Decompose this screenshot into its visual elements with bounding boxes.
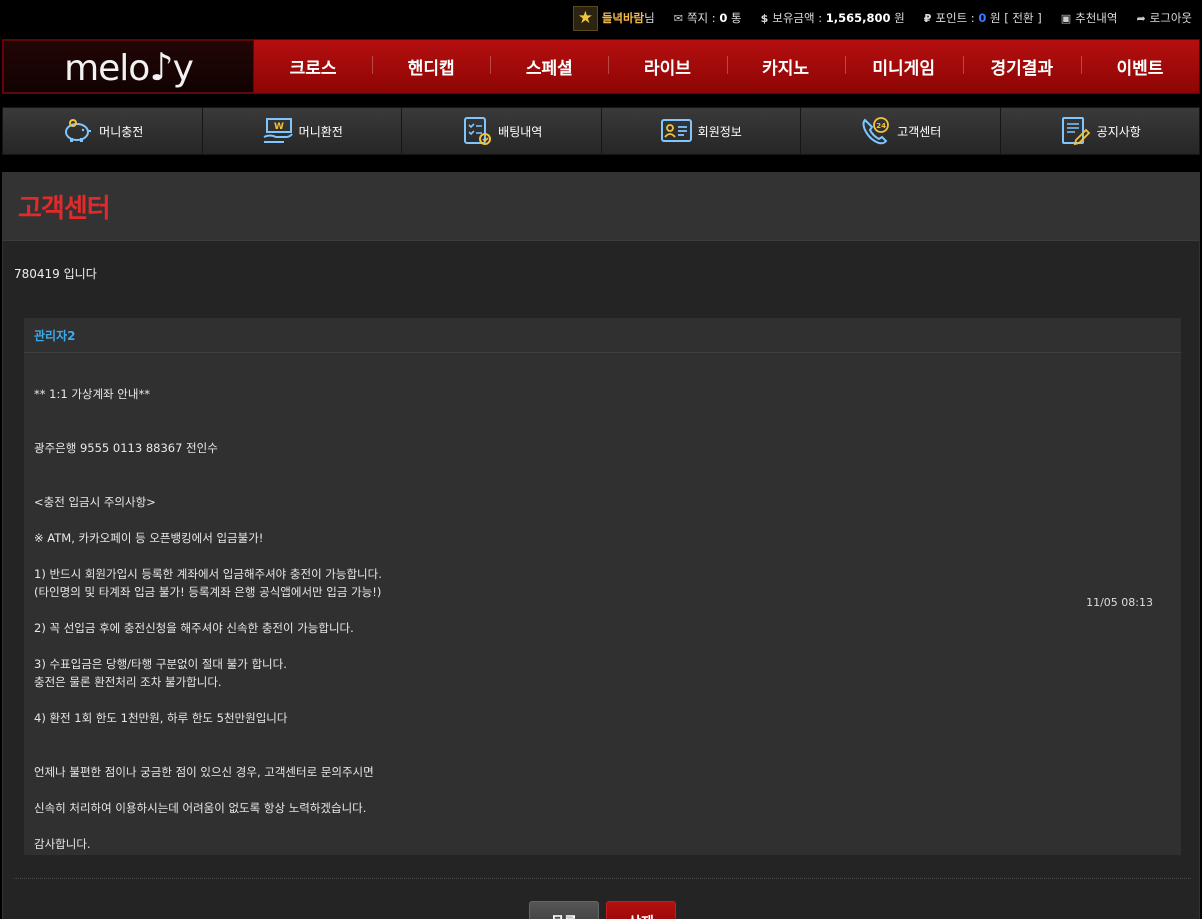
contact-card-icon: ▣ [1060, 11, 1072, 25]
nav-results[interactable]: 경기결과 [962, 54, 1081, 79]
ruble-icon: ₽ [923, 11, 932, 25]
subnav-deposit[interactable]: 머니충전 [3, 108, 202, 154]
reply-line: 2) 꼭 선입금 후에 충전신청을 해주셔야 신속한 충전이 가능합니다. [34, 621, 354, 635]
reply-line: 감사합니다. [34, 837, 91, 851]
balance-unit: 원 [894, 11, 905, 25]
main-nav-items: 크로스 핸디캡 스페셜 라이브 카지노 미니게임 경기결과 이벤트 [254, 40, 1199, 93]
svg-text:24: 24 [876, 122, 886, 130]
balance-label: 보유금액 : [772, 11, 823, 25]
nav-minigame[interactable]: 미니게임 [844, 54, 963, 79]
reply-line: 충전은 물론 환전처리 조차 불가합니다. [34, 675, 222, 689]
share-arrow-icon: ➦ [1136, 11, 1146, 25]
subnav-label: 회원정보 [697, 124, 742, 139]
reply-line: 1) 반드시 회원가입시 등록한 계좌에서 입금해주셔야 충전이 가능합니다. [34, 567, 382, 581]
reply-line: ** 1:1 가상계좌 안내** [34, 387, 150, 401]
reply-line: 신속히 처리하여 이용하시는데 어려움이 없도록 항상 노력하겠습니다. [34, 801, 367, 815]
star-rank-icon: ★ [572, 5, 598, 31]
balance-value: 1,565,800 [825, 11, 891, 25]
reply-line: (타인명의 및 타계좌 입금 불가! 등록계좌 은행 공식앱에서만 입금 가능!… [34, 585, 382, 599]
nav-special[interactable]: 스페셜 [490, 54, 608, 79]
sub-nav: 머니충전 W 머니환전 배팅내역 회원정보 24 고객센터 공지사항 [2, 107, 1200, 155]
messages-count: 0 [719, 11, 728, 25]
logo-text: melo [64, 47, 150, 89]
points-unit: 원 [990, 11, 1001, 25]
logo-link[interactable]: melo♪y [3, 40, 254, 93]
reply-line: 언제나 불편한 점이나 궁금한 점이 있으신 경우, 고객센터로 문의주시면 [34, 765, 374, 779]
user-info: ★ 들녁바람 님 [572, 5, 655, 31]
reply-line: <충전 입금시 주의사항> [34, 495, 156, 509]
money-exchange-icon: W [261, 116, 295, 146]
nav-live[interactable]: 라이브 [608, 54, 726, 79]
logout-label: 로그아웃 [1149, 11, 1192, 25]
dollar-icon: $ [760, 11, 769, 25]
subnav-label: 머니충전 [99, 124, 144, 139]
notice-icon [1059, 116, 1093, 146]
reply-header: 관리자2 [24, 318, 1181, 353]
logo-text-tail: y [172, 47, 194, 89]
envelope-icon: ✉ [673, 11, 683, 25]
balance-info: $ 보유금액 : 1,565,800 원 [761, 10, 905, 26]
points-info: ₽ 포인트 : 0 원 [ 전환 ] [924, 10, 1042, 26]
reply-line: 4) 환전 1회 한도 1천만원, 하루 한도 5천만원입니다 [34, 711, 288, 725]
subnav-label: 공지사항 [1096, 124, 1141, 139]
music-note-icon: ♪ [149, 44, 173, 89]
subnav-label: 배팅내역 [498, 124, 543, 139]
checklist-icon [460, 116, 494, 146]
convert-points-link[interactable]: [ 전환 ] [1004, 10, 1041, 26]
admin-reply: 관리자2 ** 1:1 가상계좌 안내** 광주은행 9555 0113 883… [24, 318, 1181, 855]
list-button[interactable]: 목록 [529, 901, 599, 919]
panel-header: 고객센터 [3, 173, 1199, 241]
nav-event[interactable]: 이벤트 [1080, 54, 1199, 79]
subnav-withdraw[interactable]: W 머니환전 [201, 108, 402, 154]
username: 들녁바람 [601, 11, 645, 25]
delete-button[interactable]: 삭제 [606, 901, 676, 919]
nav-handicap[interactable]: 핸디캡 [372, 54, 490, 79]
customer-center-panel: 고객센터 780419 입니다 관리자2 ** 1:1 가상계좌 안내** 광주… [2, 172, 1200, 919]
messages-label: 쪽지 : [686, 11, 716, 25]
reply-date: 11/05 08:13 [1086, 596, 1153, 609]
reply-line: 광주은행 9555 0113 88367 전인수 [34, 441, 218, 455]
logo: melo♪y [64, 44, 194, 89]
subnav-member-info[interactable]: 회원정보 [600, 108, 801, 154]
phone-24-icon: 24 [859, 116, 893, 146]
inquiry-subject: 780419 입니다 [14, 267, 97, 281]
reply-line: 3) 수표입금은 당행/타행 구분없이 절대 불가 합니다. [34, 657, 287, 671]
main-nav: melo♪y 크로스 핸디캡 스페셜 라이브 카지노 미니게임 경기결과 이벤트 [2, 39, 1200, 94]
subnav-notice[interactable]: 공지사항 [999, 108, 1200, 154]
page-title: 고객센터 [18, 194, 111, 224]
top-user-bar: ★ 들녁바람 님 ✉ 쪽지 : 0 통 $ 보유금액 : 1,565,800 원… [0, 0, 1202, 36]
divider [14, 878, 1191, 879]
logout-link[interactable]: ➦ 로그아웃 [1136, 10, 1192, 26]
recommend-label: 추천내역 [1075, 11, 1118, 25]
id-card-icon [660, 116, 694, 146]
reply-author: 관리자2 [34, 328, 76, 343]
points-value: 0 [978, 11, 987, 25]
svg-text:W: W [274, 122, 284, 132]
recommend-link[interactable]: ▣ 추천내역 [1061, 10, 1118, 26]
reply-line: ※ ATM, 카카오페이 등 오픈뱅킹에서 입금불가! [34, 531, 264, 545]
subnav-customer-center[interactable]: 24 고객센터 [800, 108, 1000, 154]
points-label: 포인트 : [935, 11, 975, 25]
messages-unit: 통 [730, 11, 742, 25]
subnav-bet-history[interactable]: 배팅내역 [401, 108, 601, 154]
subnav-label: 머니환전 [298, 124, 343, 139]
nav-cross[interactable]: 크로스 [254, 54, 372, 79]
subnav-label: 고객센터 [897, 124, 942, 139]
messages-link[interactable]: ✉ 쪽지 : 0 통 [674, 10, 742, 26]
username-suffix: 님 [644, 11, 655, 25]
piggy-bank-icon [61, 116, 95, 146]
nav-casino[interactable]: 카지노 [726, 54, 845, 79]
